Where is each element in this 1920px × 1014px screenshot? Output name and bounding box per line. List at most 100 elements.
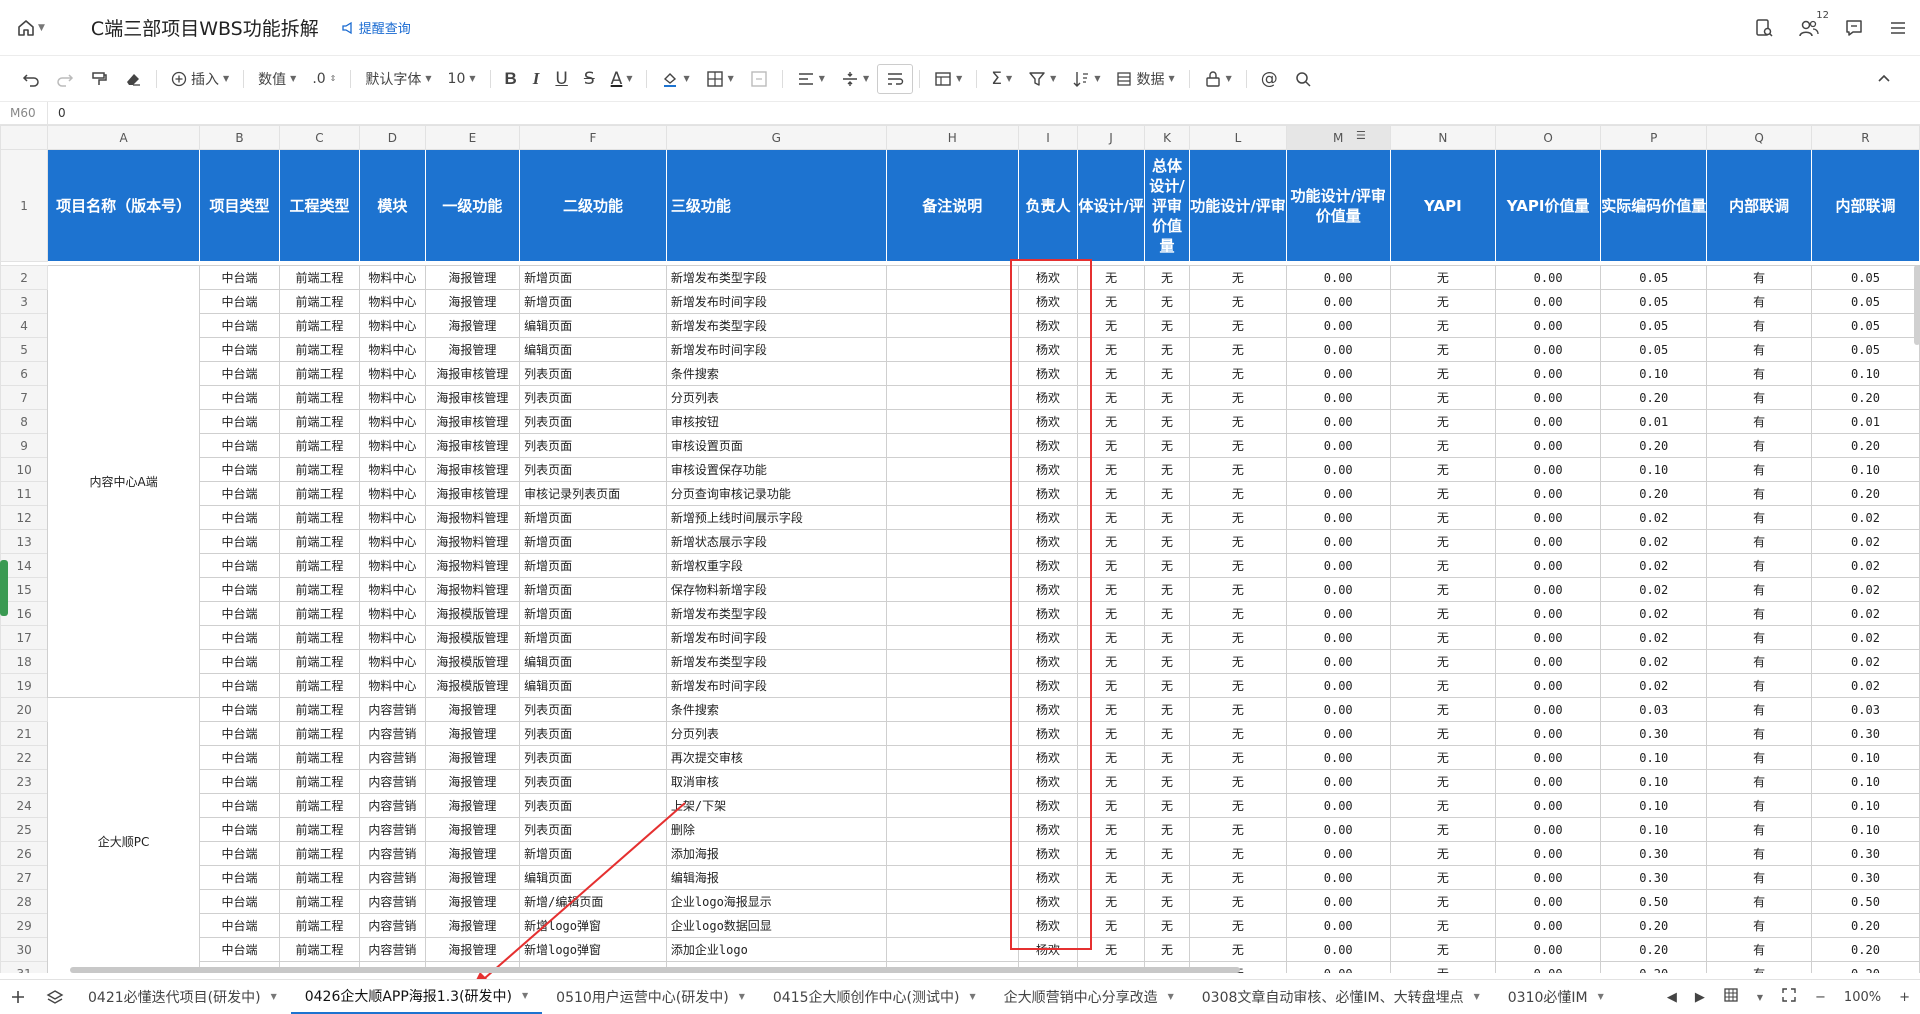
level3-function-cell[interactable]: 企业logo数据回显 xyxy=(665,913,887,938)
header-overall-design-review[interactable]: 体设计/评 xyxy=(1077,149,1145,262)
level3-function-cell[interactable]: 保存物料新增字段 xyxy=(665,577,887,602)
yapi-value-cell[interactable]: 0.00 xyxy=(1494,337,1602,362)
collaborators-icon[interactable]: 12 xyxy=(1798,10,1829,38)
function-design-cell[interactable]: 无 xyxy=(1189,697,1287,722)
yapi-value-cell[interactable]: 0.00 xyxy=(1494,673,1602,698)
remarks-cell[interactable] xyxy=(885,433,1019,458)
function-design-cell[interactable]: 无 xyxy=(1189,721,1287,746)
project-type-cell[interactable]: 中台端 xyxy=(199,745,280,770)
internal-integration-cell[interactable]: 有 xyxy=(1706,505,1812,530)
remarks-cell[interactable] xyxy=(885,577,1019,602)
internal-integration-value-cell[interactable]: 0.20 xyxy=(1810,961,1920,973)
function-design-cell[interactable]: 无 xyxy=(1189,337,1287,362)
yapi-cell[interactable]: 无 xyxy=(1389,697,1496,722)
internal-integration-cell[interactable]: 有 xyxy=(1706,865,1812,890)
formula-input[interactable]: 0 xyxy=(48,106,66,120)
engineering-type-cell[interactable]: 前端工程 xyxy=(278,769,361,794)
function-design-value-cell[interactable]: 0.00 xyxy=(1285,601,1391,626)
sum-icon[interactable]: Σ ▼ xyxy=(983,64,1020,94)
function-design-value-cell[interactable]: 0.00 xyxy=(1285,361,1391,386)
overall-design-value-cell[interactable]: 无 xyxy=(1143,289,1191,314)
yapi-cell[interactable]: 无 xyxy=(1389,529,1496,554)
yapi-cell[interactable]: 无 xyxy=(1389,865,1496,890)
project-type-cell[interactable]: 中台端 xyxy=(199,601,280,626)
level3-function-cell[interactable]: 新增发布类型字段 xyxy=(665,265,887,290)
level1-function-cell[interactable]: 海报模版管理 xyxy=(424,673,521,698)
coding-value-cell[interactable]: 0.02 xyxy=(1600,553,1708,578)
internal-integration-cell[interactable]: 有 xyxy=(1706,961,1812,973)
project-type-cell[interactable]: 中台端 xyxy=(199,529,280,554)
level2-function-cell[interactable]: 审核记录列表页面 xyxy=(519,481,667,506)
internal-integration-value-cell[interactable]: 0.20 xyxy=(1810,937,1920,962)
chevron-down-icon[interactable]: ▼ xyxy=(1168,992,1174,1001)
header-module[interactable]: 模块 xyxy=(359,149,426,262)
column-header[interactable]: I xyxy=(1017,125,1079,150)
function-design-value-cell[interactable]: 0.00 xyxy=(1285,793,1391,818)
remarks-cell[interactable] xyxy=(885,937,1019,962)
level1-function-cell[interactable]: 海报模版管理 xyxy=(424,649,521,674)
coding-value-cell[interactable]: 0.10 xyxy=(1600,769,1708,794)
function-design-value-cell[interactable]: 0.00 xyxy=(1285,841,1391,866)
project-type-cell[interactable]: 中台端 xyxy=(199,289,280,314)
internal-integration-cell[interactable]: 有 xyxy=(1706,697,1812,722)
project-type-cell[interactable]: 中台端 xyxy=(199,361,280,386)
internal-integration-value-cell[interactable]: 0.10 xyxy=(1810,793,1920,818)
header-remarks[interactable]: 备注说明 xyxy=(885,149,1019,262)
document-title[interactable]: C端三部项目WBS功能拆解 xyxy=(91,14,319,41)
level1-function-cell[interactable]: 海报管理 xyxy=(424,793,521,818)
overall-design-value-cell[interactable]: 无 xyxy=(1143,385,1191,410)
row-number[interactable]: 13 xyxy=(0,529,49,554)
yapi-value-cell[interactable]: 0.00 xyxy=(1494,697,1602,722)
internal-integration-cell[interactable]: 有 xyxy=(1706,625,1812,650)
level1-function-cell[interactable]: 海报管理 xyxy=(424,265,521,290)
module-cell[interactable]: 物料中心 xyxy=(359,313,426,338)
yapi-value-cell[interactable]: 0.00 xyxy=(1494,745,1602,770)
internal-integration-cell[interactable]: 有 xyxy=(1706,313,1812,338)
remarks-cell[interactable] xyxy=(885,457,1019,482)
level1-function-cell[interactable]: 海报物料管理 xyxy=(424,553,521,578)
project-type-cell[interactable]: 中台端 xyxy=(199,409,280,434)
column-header[interactable]: F xyxy=(519,125,667,150)
level1-function-cell[interactable]: 海报审核管理 xyxy=(424,457,521,482)
row-number[interactable]: 30 xyxy=(0,937,49,962)
overall-design-value-cell[interactable]: 无 xyxy=(1143,265,1191,290)
yapi-value-cell[interactable]: 0.00 xyxy=(1494,649,1602,674)
engineering-type-cell[interactable]: 前端工程 xyxy=(278,817,361,842)
internal-integration-value-cell[interactable]: 0.20 xyxy=(1810,481,1920,506)
row-number[interactable]: 28 xyxy=(0,889,49,914)
function-design-cell[interactable]: 无 xyxy=(1189,529,1287,554)
row-number[interactable]: 20 xyxy=(0,697,49,722)
level1-function-cell[interactable]: 海报管理 xyxy=(424,769,521,794)
yapi-value-cell[interactable]: 0.00 xyxy=(1494,841,1602,866)
header-engineering-type[interactable]: 工程类型 xyxy=(278,149,361,262)
level3-function-cell[interactable]: 新增发布时间字段 xyxy=(665,337,887,362)
internal-integration-value-cell[interactable]: 0.30 xyxy=(1810,721,1920,746)
chevron-down-icon[interactable]: ▼ xyxy=(739,992,745,1001)
internal-integration-value-cell[interactable]: 0.02 xyxy=(1810,673,1920,698)
module-cell[interactable]: 物料中心 xyxy=(359,529,426,554)
column-header[interactable]: D xyxy=(359,125,426,150)
row-number[interactable]: 18 xyxy=(0,649,49,674)
row-number[interactable]: 19 xyxy=(0,673,49,698)
function-design-value-cell[interactable]: 0.00 xyxy=(1285,625,1391,650)
clear-format-eraser-icon[interactable] xyxy=(116,64,150,94)
row-number[interactable]: 25 xyxy=(0,817,49,842)
function-design-value-cell[interactable]: 0.00 xyxy=(1285,817,1391,842)
internal-integration-cell[interactable]: 有 xyxy=(1706,721,1812,746)
module-cell[interactable]: 内容营销 xyxy=(359,913,426,938)
function-design-value-cell[interactable]: 0.00 xyxy=(1285,937,1391,962)
horizontal-align-icon[interactable]: ▼ xyxy=(789,64,833,94)
yapi-cell[interactable]: 无 xyxy=(1389,745,1496,770)
function-design-value-cell[interactable]: 0.00 xyxy=(1285,673,1391,698)
header-level2-function[interactable]: 二级功能 xyxy=(519,149,667,262)
project-type-cell[interactable]: 中台端 xyxy=(199,625,280,650)
engineering-type-cell[interactable]: 前端工程 xyxy=(278,889,361,914)
function-design-cell[interactable]: 无 xyxy=(1189,361,1287,386)
level1-function-cell[interactable]: 海报管理 xyxy=(424,337,521,362)
italic-icon[interactable]: I xyxy=(525,64,548,94)
yapi-cell[interactable]: 无 xyxy=(1389,457,1496,482)
wrap-text-icon[interactable] xyxy=(877,63,914,94)
engineering-type-cell[interactable]: 前端工程 xyxy=(278,265,361,290)
yapi-cell[interactable]: 无 xyxy=(1389,793,1496,818)
internal-integration-cell[interactable]: 有 xyxy=(1706,793,1812,818)
